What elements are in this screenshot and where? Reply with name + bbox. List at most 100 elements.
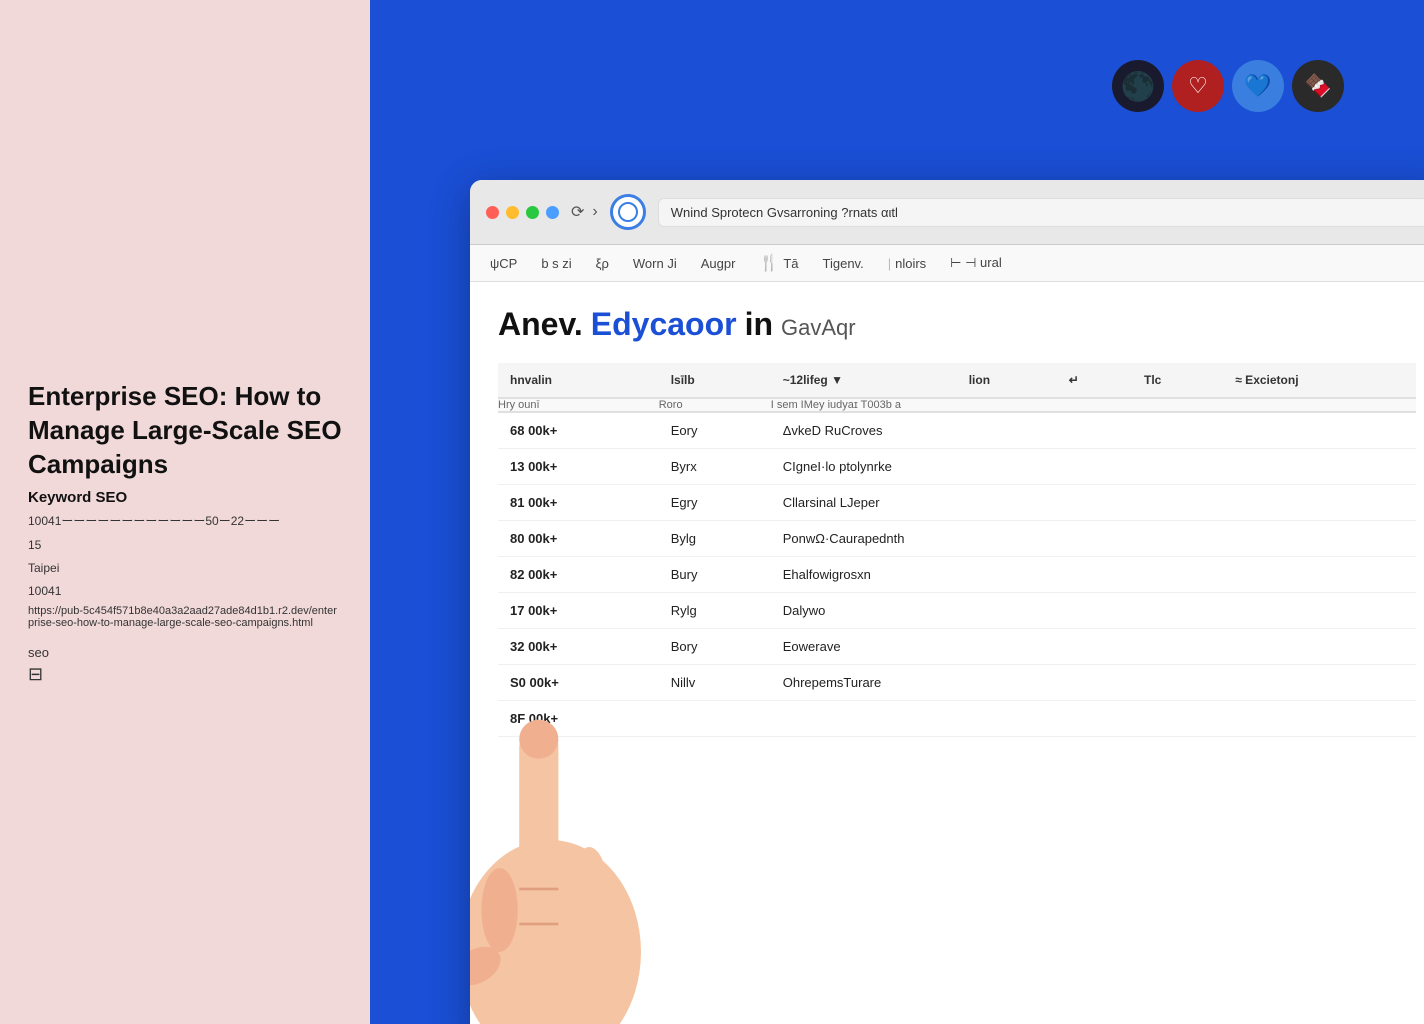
- table-row: 13 00k+ Byrx CIgneI·lo ptolynrke: [498, 449, 1416, 485]
- close-button[interactable]: [486, 206, 499, 219]
- keyword-6: Dalywo: [771, 593, 1416, 629]
- keyword-4: PonwΩ·Caurapednth: [771, 521, 1416, 557]
- table-row: 17 00k+ Rylg Dalywo: [498, 593, 1416, 629]
- toolbar-item-tigenv[interactable]: Tigenv.: [823, 256, 864, 271]
- browser-circle: [610, 194, 646, 230]
- browser-window: ⟳ › Wnind Sprotecn Gvsarroning ?rnats αι…: [470, 180, 1424, 1024]
- keyword-7: Eowerave: [771, 629, 1416, 665]
- toolbar-item-divider: | nloirs: [888, 256, 926, 271]
- volume-1: 68 00k+: [498, 412, 659, 449]
- toolbar-label-1: ψCP: [490, 256, 517, 271]
- icon-3: 💙: [1232, 60, 1284, 112]
- diff-6: Rylg: [659, 593, 771, 629]
- browser-nav: ⟳ ›: [571, 202, 598, 222]
- meta-city: Taipei: [28, 559, 342, 578]
- toolbar-label-tigenv: Tigenv.: [823, 256, 864, 271]
- refresh-icon[interactable]: ⟳: [571, 202, 584, 222]
- toolbar-label-2: b s zi: [541, 256, 571, 271]
- toolbar-item-ta[interactable]: 🍴 Tā: [759, 253, 798, 273]
- subheader-2: Roro: [659, 398, 771, 412]
- diff-2: Byrx: [659, 449, 771, 485]
- toolbar-label-ta: Tā: [783, 256, 798, 271]
- table-row: S0 00k+ Nillv OhrepemsTurare: [498, 665, 1416, 701]
- minimize-button[interactable]: [506, 206, 519, 219]
- col-header-2: lsīlb: [659, 363, 771, 398]
- toolbar-item-ural[interactable]: ⊢ ⊣ ural: [950, 255, 1002, 271]
- meta-line-2: 15: [28, 536, 342, 555]
- maximize-button[interactable]: [526, 206, 539, 219]
- table-row: 82 00k+ Bury Ehalfowigrosxn: [498, 557, 1416, 593]
- col-header-1: hnvalin: [498, 363, 659, 398]
- volume-8: S0 00k+: [498, 665, 659, 701]
- title-part1: Anev.: [498, 306, 583, 343]
- table-subheader-row: Hry ounī Roro I sem IMey iudyaɪ T003b a: [498, 398, 1416, 412]
- volume-2: 13 00k+: [498, 449, 659, 485]
- article-url: https://pub-5c454f571b8e40a3a2aad27ade84…: [28, 605, 342, 629]
- diff-3: Egry: [659, 485, 771, 521]
- toolbar-item-worn-ji[interactable]: Worn Ji: [633, 256, 677, 271]
- toolbar-item-2[interactable]: b s zi: [541, 256, 571, 271]
- keyword-label: Keyword SEO: [28, 489, 342, 506]
- diff-7: Bory: [659, 629, 771, 665]
- volume-3: 81 00k+: [498, 485, 659, 521]
- icon-1: 🌑: [1112, 60, 1164, 112]
- toolbar-item-1[interactable]: ψCP: [490, 256, 517, 271]
- tag-label: seo: [28, 645, 342, 660]
- toolbar-label-augpr: Augpr: [701, 256, 736, 271]
- toolbar-label-worn-ji: Worn Ji: [633, 256, 677, 271]
- subheader-1: Hry ounī: [498, 398, 659, 412]
- volume-9: 8F 00k+: [498, 701, 659, 737]
- volume-4: 80 00k+: [498, 521, 659, 557]
- col-header-7: ≈ Excietonj: [1223, 363, 1416, 398]
- browser-content: Anev. Edycaoor in GavAqr hnvalin lsīlb ~…: [470, 282, 1424, 761]
- keyword-8: OhrepemsTurare: [771, 665, 1416, 701]
- col-header-6: Tlc: [1132, 363, 1223, 398]
- diff-4: Bylg: [659, 521, 771, 557]
- toolbar-label-nloirs: nloirs: [895, 256, 926, 271]
- meta-line-4: 10041: [28, 582, 342, 601]
- diff-5: Bury: [659, 557, 771, 593]
- subheader-3: I sem IMey iudyaɪ T003b a: [771, 398, 1416, 412]
- table-row: 32 00k+ Bory Eowerave: [498, 629, 1416, 665]
- table-row: 8F 00k+: [498, 701, 1416, 737]
- volume-7: 32 00k+: [498, 629, 659, 665]
- title-sub: GavAqr: [781, 315, 856, 341]
- toolbar-item-augpr[interactable]: Augpr: [701, 256, 736, 271]
- toolbar-item-3[interactable]: ξρ: [596, 256, 609, 271]
- tag-icon: ⊟: [28, 664, 342, 685]
- extra-button[interactable]: [546, 206, 559, 219]
- right-panel: 🌑 ♡ 💙 🍫 ⟳ › Wnind Sprotecn Gvsarroning ?…: [370, 0, 1424, 1024]
- browser-toolbar: ψCP b s zi ξρ Worn Ji Augpr 🍴 Tā Tigenv.: [470, 245, 1424, 282]
- title-part2: Edycaoor: [591, 306, 737, 343]
- top-icons-area: 🌑 ♡ 💙 🍫: [1112, 60, 1344, 112]
- icon-4: 🍫: [1292, 60, 1344, 112]
- fork-icon: 🍴: [759, 253, 779, 273]
- keyword-1: ΔvkeD RuCroves: [771, 412, 1416, 449]
- keyword-9: [771, 701, 1416, 737]
- forward-icon[interactable]: ›: [592, 203, 597, 221]
- diff-8: Nillv: [659, 665, 771, 701]
- toolbar-label-3: ξρ: [596, 256, 609, 271]
- left-panel: Enterprise SEO: How to Manage Large-Scal…: [0, 0, 370, 1024]
- keyword-table: hnvalin lsīlb ~12lifeg ▼ lion ↵ Tlc ≈ Ex…: [498, 363, 1416, 737]
- diff-9: [659, 701, 771, 737]
- browser-chrome: ⟳ › Wnind Sprotecn Gvsarroning ?rnats αι…: [470, 180, 1424, 245]
- volume-6: 17 00k+: [498, 593, 659, 629]
- table-header-row: hnvalin lsīlb ~12lifeg ▼ lion ↵ Tlc ≈ Ex…: [498, 363, 1416, 398]
- toolbar-label-ural: ⊢ ⊣ ural: [950, 255, 1002, 271]
- traffic-lights: [486, 206, 559, 219]
- icon-2: ♡: [1172, 60, 1224, 112]
- table-row: 80 00k+ Bylg PonwΩ·Caurapednth: [498, 521, 1416, 557]
- col-header-5: ↵: [1057, 363, 1132, 398]
- diff-1: Eory: [659, 412, 771, 449]
- volume-5: 82 00k+: [498, 557, 659, 593]
- article-title: Enterprise SEO: How to Manage Large-Scal…: [28, 380, 342, 481]
- col-header-4: lion: [957, 363, 1057, 398]
- keyword-2: CIgneI·lo ptolynrke: [771, 449, 1416, 485]
- address-bar[interactable]: Wnind Sprotecn Gvsarroning ?rnats αιtl: [658, 198, 1424, 227]
- keyword-5: Ehalfowigrosxn: [771, 557, 1416, 593]
- table-row: 68 00k+ Eory ΔvkeD RuCroves: [498, 412, 1416, 449]
- page-title: Anev. Edycaoor in GavAqr: [498, 306, 1416, 343]
- meta-line-1: 10041ーーーーーーーーーーーー50ー22ーーー: [28, 512, 342, 531]
- keyword-3: Cllarsinal LJeper: [771, 485, 1416, 521]
